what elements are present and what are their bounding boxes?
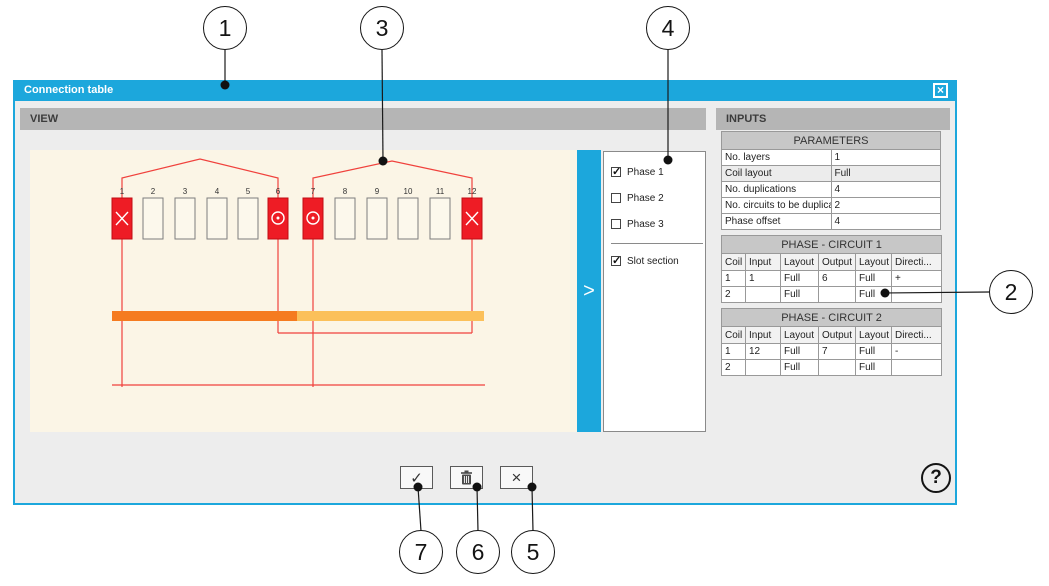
slot-4 (207, 198, 227, 239)
svg-text:8: 8 (343, 187, 348, 196)
delete-button[interactable] (450, 466, 483, 489)
svg-text:10: 10 (404, 187, 413, 196)
callout-1: 1 (203, 6, 247, 50)
svg-text:2: 2 (151, 187, 156, 196)
slot-10 (398, 198, 418, 239)
phase-circuit2-title: PHASE - CIRCUIT 2 (722, 309, 942, 327)
parameters-title: PARAMETERS (722, 132, 941, 150)
svg-text:11: 11 (436, 187, 445, 196)
chevron-right-icon: > (583, 280, 595, 303)
svg-text:7: 7 (311, 187, 316, 196)
table-row: 1 1 Full 6 Full + (722, 271, 942, 287)
svg-text:1: 1 (120, 187, 125, 196)
table-row: 2 Full Full (722, 287, 942, 303)
dialog-titlebar: Connection table × (15, 80, 955, 101)
winding-diagram-canvas: 1 2 3 4 5 6 7 8 9 10 11 12 (30, 150, 577, 432)
current-direction-markers (116, 212, 478, 225)
slot-section-label: Slot section (627, 256, 679, 267)
phase-circuit2-table: PHASE - CIRCUIT 2 Coil Input Layout Outp… (721, 308, 942, 376)
cancel-button[interactable]: × (500, 466, 533, 489)
options-divider (611, 243, 703, 244)
inputs-section-header: INPUTS (716, 108, 950, 130)
callout-3: 3 (360, 6, 404, 50)
trash-icon (460, 470, 473, 485)
display-options-panel: Phase 1 Phase 2 Phase 3 Slot section (603, 151, 706, 432)
slot-3 (175, 198, 195, 239)
table-row: Coil layout Full (722, 166, 941, 182)
table-row: No. duplications 4 (722, 182, 941, 198)
phase2-checkbox[interactable] (611, 193, 621, 203)
phase1-label: Phase 1 (627, 167, 664, 178)
phase1-wiring-lines (112, 159, 485, 387)
slot-section-checkbox[interactable] (611, 256, 621, 266)
slot-section-bar-left (112, 311, 297, 321)
callout-5: 5 (511, 530, 555, 574)
phase2-label: Phase 2 (627, 193, 664, 204)
question-mark-icon: ? (930, 467, 942, 488)
table-row: No. layers 1 (722, 150, 941, 166)
slot-boxes (112, 198, 482, 239)
phase-circuit1-title: PHASE - CIRCUIT 1 (722, 236, 942, 254)
table-row: No. circuits to be duplicated 2 (722, 198, 941, 214)
table-row: 1 12 Full 7 Full - (722, 344, 942, 360)
winding-diagram: 1 2 3 4 5 6 7 8 9 10 11 12 (30, 150, 577, 432)
inputs-tables: PARAMETERS No. layers 1 Coil layout Full… (721, 131, 941, 381)
slot-numbers: 1 2 3 4 5 6 7 8 9 10 11 12 (120, 187, 477, 196)
phase1-checkbox[interactable] (611, 167, 621, 177)
callout-2: 2 (989, 270, 1033, 314)
svg-text:6: 6 (276, 187, 281, 196)
x-icon: × (512, 470, 522, 485)
callout-4: 4 (646, 6, 690, 50)
phase3-checkbox[interactable] (611, 219, 621, 229)
svg-text:12: 12 (468, 187, 477, 196)
panel-expander[interactable]: > (577, 150, 601, 432)
phase2-option: Phase 2 (611, 185, 705, 211)
svg-text:3: 3 (183, 187, 188, 196)
slot-5 (238, 198, 258, 239)
table-row: 2 Full Full (722, 360, 942, 376)
table-header-row: Coil Input Layout Output Layout Directi.… (722, 327, 942, 344)
phase3-option: Phase 3 (611, 211, 705, 237)
svg-text:4: 4 (215, 187, 220, 196)
svg-text:9: 9 (375, 187, 380, 196)
help-button[interactable]: ? (921, 463, 951, 493)
phase-circuit1-table: PHASE - CIRCUIT 1 Coil Input Layout Outp… (721, 235, 942, 303)
svg-text:5: 5 (246, 187, 251, 196)
connection-table-dialog: Connection table × VIEW INPUTS (13, 80, 957, 505)
table-row: Phase offset 4 (722, 214, 941, 230)
table-header-row: Coil Input Layout Output Layout Directi.… (722, 254, 942, 271)
callout-6: 6 (456, 530, 500, 574)
dialog-title: Connection table (24, 80, 113, 101)
slot-11 (430, 198, 450, 239)
phase3-label: Phase 3 (627, 219, 664, 230)
slot-9 (367, 198, 387, 239)
confirm-button[interactable]: ✓ (400, 466, 433, 489)
slot-2 (143, 198, 163, 239)
check-icon: ✓ (410, 469, 423, 487)
slot-section-option: Slot section (611, 248, 705, 274)
slot-8 (335, 198, 355, 239)
slot-section-bar-right (297, 311, 484, 321)
view-section-header: VIEW (20, 108, 706, 130)
screenshot-root: Connection table × VIEW INPUTS (0, 0, 1049, 586)
close-icon[interactable]: × (933, 83, 948, 98)
parameters-table: PARAMETERS No. layers 1 Coil layout Full… (721, 131, 941, 230)
callout-7: 7 (399, 530, 443, 574)
phase1-option: Phase 1 (611, 159, 705, 185)
